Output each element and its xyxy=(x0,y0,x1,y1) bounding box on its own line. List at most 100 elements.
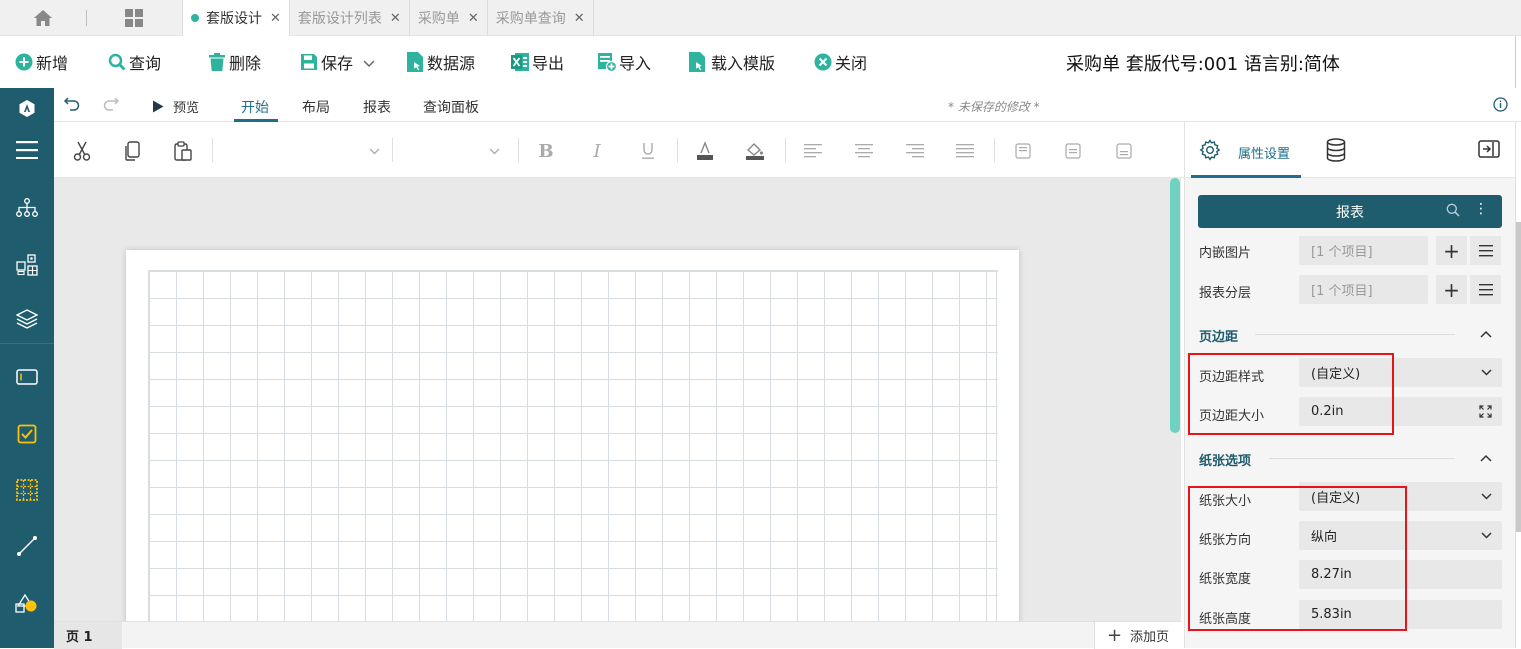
import-icon xyxy=(597,52,617,72)
document-arrow-icon xyxy=(687,52,707,72)
panel-scroll-thumb[interactable] xyxy=(1516,222,1521,532)
close-icon[interactable]: ✕ xyxy=(270,11,281,26)
font-size-select[interactable] xyxy=(400,138,500,164)
home-icon xyxy=(34,9,52,26)
tab-report[interactable]: 报表 xyxy=(363,97,391,117)
align-right-icon[interactable] xyxy=(904,140,926,162)
undo-icon[interactable] xyxy=(63,95,80,115)
valign-top-icon[interactable] xyxy=(1012,140,1034,162)
apps-button[interactable] xyxy=(86,0,182,35)
shapes-button[interactable] xyxy=(0,582,54,622)
chevron-down-icon xyxy=(369,148,380,154)
tab-purchase-query[interactable]: 采购单查询 ✕ xyxy=(486,0,594,36)
chevron-down-icon xyxy=(1481,489,1492,504)
search-icon[interactable] xyxy=(1446,203,1460,221)
highlight-paper-box xyxy=(1188,486,1407,631)
table-button[interactable] xyxy=(0,470,54,510)
section-margin[interactable]: 页边距 xyxy=(1199,326,1238,345)
italic-icon[interactable]: I xyxy=(586,140,608,162)
home-button[interactable] xyxy=(0,0,87,35)
export-button[interactable]: 导出 xyxy=(510,50,564,74)
expand-icon[interactable] xyxy=(1479,405,1492,422)
checkbox-button[interactable] xyxy=(0,414,54,454)
add-button[interactable]: + xyxy=(1436,236,1467,265)
delete-label: 删除 xyxy=(229,54,262,73)
menu-button[interactable] xyxy=(0,130,54,170)
logo-button[interactable] xyxy=(0,88,54,128)
embedded-images-field[interactable]: [1 个项目] xyxy=(1299,236,1428,265)
new-button[interactable]: 新增 xyxy=(14,50,68,74)
underline-icon[interactable] xyxy=(637,140,659,162)
tab-label: 套版设计 xyxy=(206,11,262,27)
tree-button[interactable] xyxy=(0,188,54,228)
tab-template-design[interactable]: 套版设计 ✕ xyxy=(182,0,289,36)
page-grid-edge xyxy=(996,270,997,621)
more-vertical-icon[interactable]: ⋮ xyxy=(1474,201,1488,217)
page-grid[interactable] xyxy=(148,270,998,621)
report-layers-field[interactable]: [1 个项目] xyxy=(1299,275,1428,304)
preview-button[interactable]: 预览 xyxy=(152,97,199,116)
export-label: 导出 xyxy=(532,54,565,73)
design-canvas[interactable] xyxy=(54,178,1181,621)
add-page-button[interactable]: + 添加页 xyxy=(1094,622,1181,649)
save-button[interactable]: 保存 xyxy=(299,50,375,74)
align-left-icon[interactable] xyxy=(802,140,824,162)
tab-purchase-order[interactable]: 采购单 ✕ xyxy=(408,0,487,36)
section-paper[interactable]: 纸张选项 xyxy=(1199,450,1251,469)
page-tab[interactable]: 页 1 xyxy=(54,622,122,649)
panel-scrollbar[interactable] xyxy=(1515,122,1521,648)
redo-icon[interactable] xyxy=(103,95,120,115)
info-icon[interactable] xyxy=(1493,97,1508,116)
layers-button[interactable] xyxy=(0,299,54,339)
align-justify-icon[interactable] xyxy=(954,140,976,162)
tab-template-list[interactable]: 套版设计列表 ✕ xyxy=(288,0,409,36)
valign-bottom-icon[interactable] xyxy=(1113,140,1135,162)
align-center-icon[interactable] xyxy=(853,140,875,162)
close-icon[interactable]: ✕ xyxy=(390,11,401,26)
font-color-icon[interactable] xyxy=(694,140,716,162)
tab-start[interactable]: 开始 xyxy=(241,97,269,117)
close-icon[interactable]: ✕ xyxy=(574,11,585,26)
paste-icon[interactable] xyxy=(172,140,194,162)
report-page[interactable] xyxy=(126,250,1019,621)
active-tab-indicator xyxy=(1191,175,1301,178)
import-button[interactable]: 导入 xyxy=(597,50,651,74)
copy-icon[interactable] xyxy=(122,140,144,162)
toolbar-divider xyxy=(212,138,213,162)
textbox-button[interactable] xyxy=(0,357,54,397)
tab-query-panel[interactable]: 查询面板 xyxy=(423,97,479,117)
database-icon[interactable] xyxy=(1326,138,1346,166)
line-button[interactable] xyxy=(0,526,54,566)
chevron-up-icon[interactable] xyxy=(1480,450,1492,466)
delete-button[interactable]: 删除 xyxy=(207,50,261,74)
close-button[interactable]: 关闭 xyxy=(813,50,867,74)
add-button[interactable]: + xyxy=(1436,275,1467,304)
cut-icon[interactable] xyxy=(71,140,93,162)
line-icon xyxy=(17,536,37,556)
tab-property-settings[interactable]: 属性设置 xyxy=(1238,143,1290,162)
chevron-up-icon[interactable] xyxy=(1480,326,1492,342)
fill-color-icon[interactable] xyxy=(744,140,766,162)
toolbar-divider xyxy=(994,138,995,162)
canvas-scrollbar[interactable] xyxy=(1170,178,1180,433)
toolbar-divider xyxy=(518,138,519,162)
plus-circle-icon xyxy=(14,52,34,72)
list-button[interactable] xyxy=(1470,275,1501,304)
gear-icon[interactable] xyxy=(1199,139,1221,165)
bold-icon[interactable]: B xyxy=(535,140,557,162)
load-template-button[interactable]: 载入模版 xyxy=(687,50,775,74)
close-icon[interactable]: ✕ xyxy=(468,11,479,26)
components-button[interactable] xyxy=(0,245,54,285)
valign-middle-icon[interactable] xyxy=(1062,140,1084,162)
search-icon xyxy=(107,52,127,72)
list-button[interactable] xyxy=(1470,236,1501,265)
query-button[interactable]: 查询 xyxy=(107,50,161,74)
tab-layout[interactable]: 布局 xyxy=(302,97,330,117)
datasource-button[interactable]: 数据源 xyxy=(405,50,475,74)
object-title: 报表 xyxy=(1336,204,1364,221)
collapse-panel-icon[interactable] xyxy=(1478,140,1500,162)
font-family-select[interactable] xyxy=(220,138,380,164)
window-scrollbar[interactable] xyxy=(1515,36,1521,88)
chevron-down-icon[interactable] xyxy=(363,53,375,72)
object-selector[interactable]: 报表 ⋮ xyxy=(1198,195,1502,228)
